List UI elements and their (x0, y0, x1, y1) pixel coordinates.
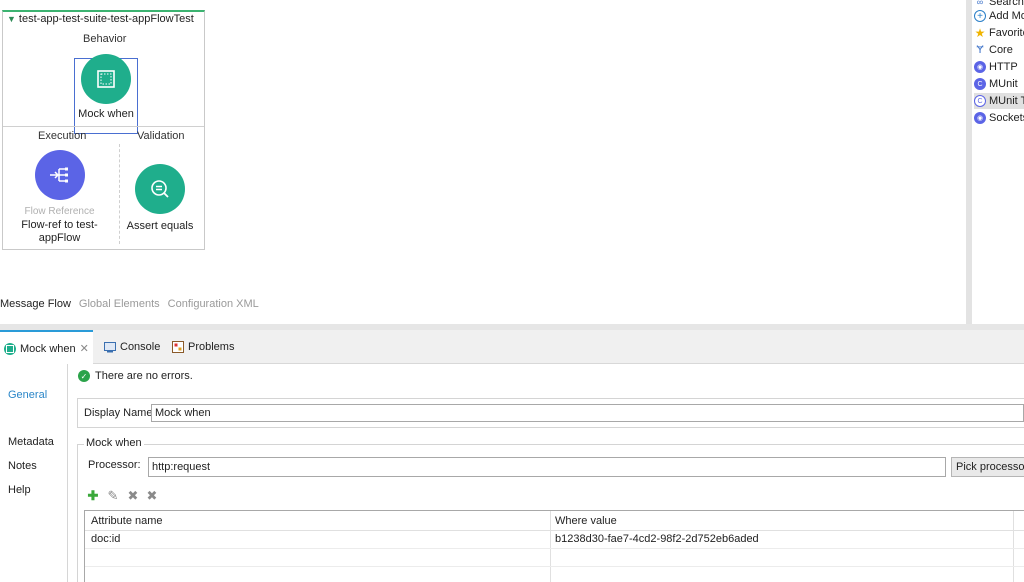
pick-processor-button[interactable]: Pick processor (951, 457, 1024, 477)
mock-when-label: Mock when (78, 108, 134, 120)
where-value-cell[interactable]: b1238d30-fae7-4cd2-98f2-2d752eb6aded (555, 533, 759, 545)
http-module-icon: ◉ (974, 61, 986, 73)
behavior-section-label: Behavior (83, 33, 127, 45)
attribute-name-cell[interactable]: doc:id (91, 533, 120, 545)
munit-tools-module-icon: C (974, 95, 986, 107)
mock-when-icon (81, 54, 131, 104)
palette-item-sockets[interactable]: ◉Sockets (974, 110, 1024, 126)
mock-when-tab-icon (4, 342, 16, 355)
palette-item-label: HTTP (989, 61, 1018, 73)
edit-icon[interactable]: ✎ (106, 488, 120, 503)
display-name-label: Display Name: (84, 407, 156, 419)
palette-item-munit[interactable]: C MUnit (974, 76, 1024, 92)
close-icon[interactable]: ✕ (80, 342, 89, 355)
tab-message-flow[interactable]: Message Flow (0, 298, 71, 310)
munit-module-icon: C (974, 78, 986, 90)
mule-palette: ∞Search +Add Mo ★Favorite ɎCore ◉HTTP CM… (972, 0, 1024, 324)
table-row[interactable]: doc:id b1238d30-fae7-4cd2-98f2-2d752eb6a… (85, 531, 1024, 549)
star-icon: ★ (974, 26, 986, 40)
assert-equals-label: Assert equals (126, 220, 194, 232)
flow-ref-label: Flow-ref to test-appFlow (21, 219, 98, 244)
column-header-where-value[interactable]: Where value (555, 515, 617, 527)
processor-label: Processor: (88, 459, 141, 471)
tab-label: Mock when (20, 342, 76, 355)
delete-all-icon[interactable]: ✖ (145, 488, 159, 503)
mock-when-processor[interactable]: Mock when (76, 54, 136, 121)
palette-item-core[interactable]: Ɏ Core (974, 42, 1024, 58)
table-header: Attribute name Where value (85, 511, 1024, 531)
add-icon[interactable]: ✚ (86, 488, 100, 503)
section-divider (3, 126, 204, 127)
processor-input[interactable] (148, 457, 946, 477)
tab-global-elements[interactable]: Global Elements (79, 298, 160, 310)
tab-mock-when[interactable]: Mock when ✕ (0, 330, 93, 365)
palette-item-label: Favorite (989, 27, 1024, 39)
tab-console[interactable]: Console (100, 330, 164, 364)
check-icon: ✓ (78, 370, 90, 382)
tab-problems[interactable]: Problems (168, 330, 238, 364)
column-header-attribute-name[interactable]: Attribute name (91, 515, 163, 527)
palette-item-label: Search (989, 0, 1024, 8)
assert-equals-icon (135, 164, 185, 214)
palette-item-favorites[interactable]: ★Favorite (974, 25, 1024, 41)
flow-ref-type-label: Flow Reference (24, 206, 95, 217)
tab-configuration-xml[interactable]: Configuration XML (168, 298, 259, 310)
execution-section-label: Execution (38, 130, 87, 142)
section-dashed-divider (119, 144, 120, 244)
palette-item-label: MUnit (989, 78, 1018, 90)
palette-item-add-modules[interactable]: + Add Mo (974, 8, 1024, 24)
view-tab-bar: Mock when ✕ Console Problems (0, 330, 1024, 365)
palette-item-label: Add Mo (989, 10, 1024, 22)
nav-metadata[interactable]: Metadata (8, 436, 54, 448)
table-row[interactable] (85, 567, 1024, 582)
binoculars-icon: ∞ (976, 0, 984, 7)
problems-icon (172, 341, 184, 353)
palette-item-label: Sockets (989, 112, 1024, 124)
validation-status: ✓ There are no errors. (78, 370, 193, 382)
nav-notes[interactable]: Notes (8, 460, 37, 472)
palette-item-munit-tools[interactable]: C MUnit T (974, 93, 1024, 109)
editor-tabs: Message Flow Global Elements Configuration… (0, 298, 267, 314)
palette-item-http[interactable]: ◉ HTTP (974, 59, 1024, 75)
delete-icon[interactable]: ✖ (126, 488, 140, 503)
properties-nav: General Metadata Notes Help (0, 364, 68, 582)
console-icon (104, 341, 116, 353)
munit-test-container[interactable]: ▼ test-app-test-suite-test-appFlowTest Be… (2, 10, 205, 250)
test-title-text: test-app-test-suite-test-appFlowTest (18, 13, 194, 25)
mock-when-group-title: Mock when (84, 437, 144, 449)
attributes-table: Attribute name Where value doc:id b1238d… (84, 510, 1024, 582)
palette-item-label: MUnit T (989, 95, 1024, 107)
nav-general[interactable]: General (8, 389, 47, 401)
test-title[interactable]: ▼ test-app-test-suite-test-appFlowTest (7, 13, 194, 25)
table-row[interactable] (85, 549, 1024, 567)
core-icon: Ɏ (976, 44, 984, 56)
display-name-group: Display Name: (77, 398, 1024, 428)
palette-item-label: Core (989, 44, 1013, 56)
properties-view: General Metadata Notes Help ✓ There are … (0, 364, 1024, 582)
flow-ref-processor[interactable]: Flow Reference Flow-ref to test-appFlow (17, 150, 102, 245)
tab-label: Problems (188, 341, 235, 353)
add-circle-icon: + (974, 10, 986, 22)
validation-section-label: Validation (137, 130, 185, 142)
flow-canvas: ▼ test-app-test-suite-test-appFlowTest Be… (0, 0, 966, 324)
sockets-module-icon: ◉ (974, 112, 986, 124)
display-name-input[interactable] (151, 404, 1024, 422)
tab-label: Console (120, 341, 161, 353)
status-text: There are no errors. (95, 370, 193, 382)
flow-reference-icon (34, 150, 85, 200)
nav-help[interactable]: Help (8, 484, 31, 496)
collapse-triangle-icon[interactable]: ▼ (7, 14, 16, 24)
assert-equals-processor[interactable]: Assert equals (123, 164, 197, 233)
